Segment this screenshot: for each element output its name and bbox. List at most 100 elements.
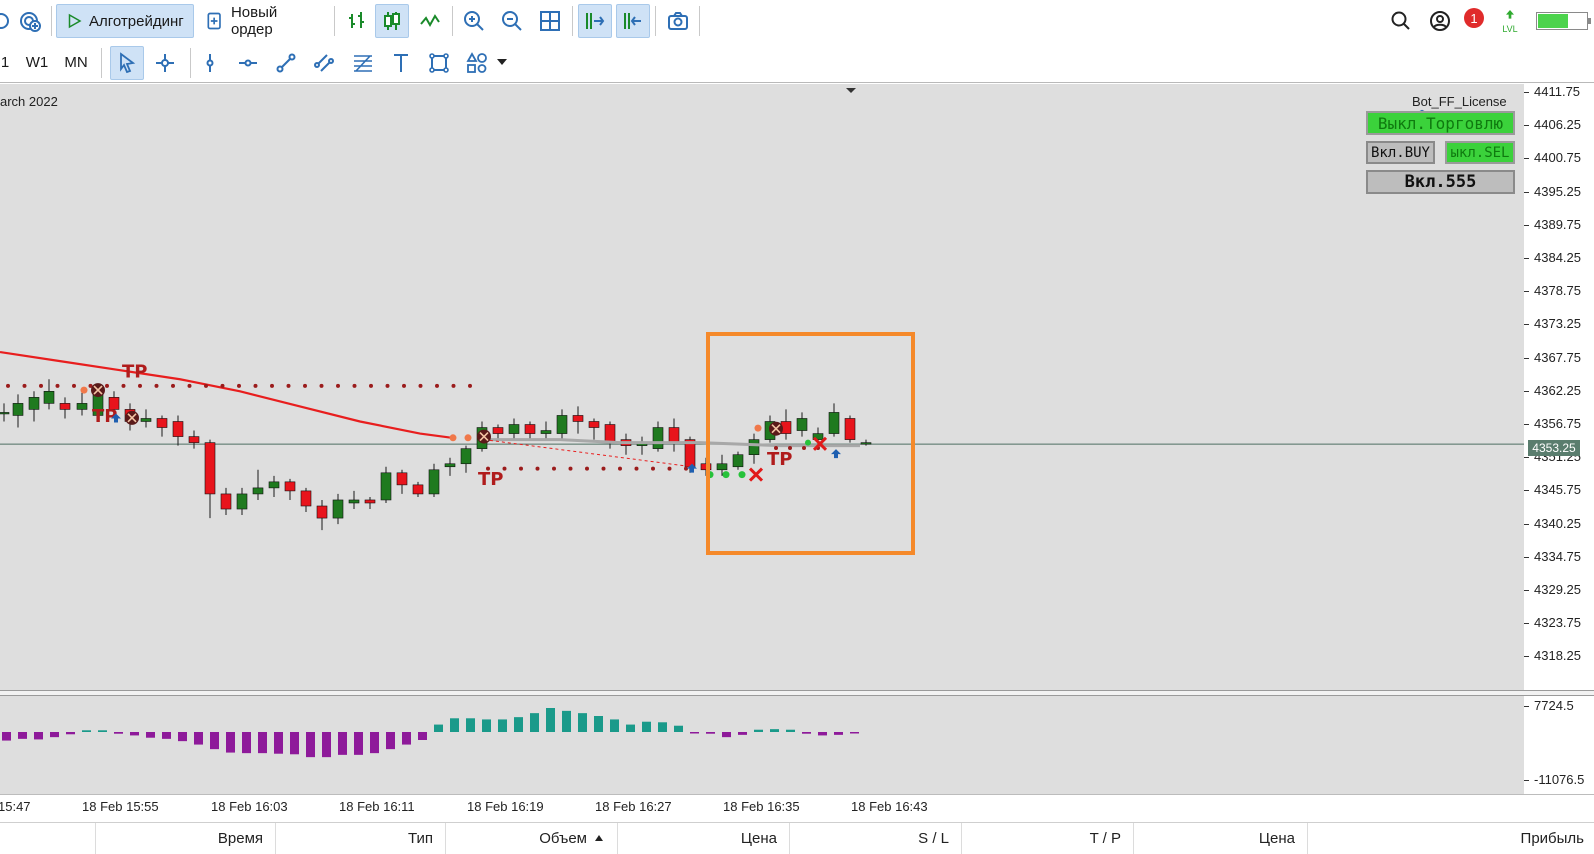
price-tick: 4356.75 bbox=[1524, 416, 1581, 431]
histogram-bar bbox=[514, 717, 523, 732]
price-tick: 4323.75 bbox=[1524, 615, 1581, 631]
fibonacci-icon[interactable] bbox=[346, 46, 380, 80]
text-icon[interactable] bbox=[384, 46, 418, 80]
entry-dot bbox=[464, 434, 472, 442]
signals-icon[interactable] bbox=[13, 4, 47, 38]
entry-dot bbox=[805, 439, 811, 446]
search-icon[interactable] bbox=[1384, 4, 1418, 38]
rectangle-icon[interactable] bbox=[422, 46, 456, 80]
candlestick-chart-icon[interactable] bbox=[375, 4, 409, 38]
battery-fill bbox=[1538, 14, 1568, 28]
bull-candle bbox=[268, 481, 280, 489]
column-header-profit[interactable]: Прибыль bbox=[1308, 823, 1594, 854]
bull-candle bbox=[460, 448, 472, 465]
price-chart[interactable]: TP TP TP TP arch 2022 Bot_FF_License Выкл.Т… bbox=[0, 84, 1524, 690]
bull-candle bbox=[796, 418, 808, 431]
indicator-scale: 7724.5 -11076.5 bbox=[1523, 696, 1594, 794]
indicator-scale-bottom: -11076.5 bbox=[1523, 772, 1585, 787]
auto-scroll-icon[interactable] bbox=[578, 4, 612, 38]
bear-candle bbox=[316, 505, 328, 519]
tp-level-dot bbox=[667, 466, 672, 471]
bull-candle bbox=[380, 472, 392, 501]
toolbar-separator bbox=[699, 6, 700, 36]
timeframe-button-mn[interactable]: MN bbox=[60, 45, 92, 79]
tp-level-dot bbox=[468, 383, 472, 388]
price-tick: 4318.25 bbox=[1524, 648, 1581, 664]
column-header-symbol[interactable] bbox=[0, 823, 96, 854]
cursor-icon[interactable] bbox=[110, 46, 144, 80]
price-tick: 4384.25 bbox=[1524, 250, 1581, 265]
histogram-bar bbox=[322, 732, 331, 758]
zoom-out-icon[interactable] bbox=[495, 4, 529, 38]
column-header-sl[interactable]: S / L bbox=[790, 823, 962, 854]
column-header-volume[interactable]: Объем bbox=[446, 823, 618, 854]
column-header-tp[interactable]: T / P bbox=[962, 823, 1134, 854]
magic-on-button[interactable]: Вкл.555 bbox=[1366, 170, 1515, 194]
buy-on-button[interactable]: Вкл.BUY bbox=[1366, 141, 1435, 164]
tp-label: TP bbox=[122, 361, 147, 382]
price-tick: 4406.25 bbox=[1524, 117, 1581, 133]
bear-candle bbox=[524, 424, 536, 434]
indicator-window[interactable] bbox=[0, 696, 1524, 794]
chart-shift-icon[interactable] bbox=[616, 4, 650, 38]
price-tick: 4411.75 bbox=[1523, 84, 1581, 99]
current-price-label: 4353.25 bbox=[1528, 440, 1580, 456]
histogram-bar bbox=[242, 732, 251, 754]
tp-level-dot bbox=[55, 383, 60, 388]
entry-dot bbox=[754, 424, 762, 432]
histogram-bar bbox=[690, 732, 699, 734]
bear-candle bbox=[172, 421, 184, 437]
indicator-scale-top: 7724.5 bbox=[1524, 698, 1574, 713]
crosshair-icon[interactable] bbox=[148, 46, 182, 80]
tp-level-dot bbox=[303, 383, 307, 388]
bull-candle bbox=[748, 439, 760, 455]
entry-dot bbox=[80, 386, 88, 394]
time-tick: 18 Feb 16:43 bbox=[851, 799, 928, 814]
time-tick: 18 Feb 16:19 bbox=[467, 799, 544, 814]
sort-ascending-icon bbox=[595, 835, 603, 841]
histogram-bar bbox=[642, 721, 651, 732]
histogram-bar bbox=[274, 732, 283, 754]
histogram-bar bbox=[114, 732, 123, 734]
histogram-bar bbox=[402, 732, 411, 745]
histogram-bar bbox=[98, 730, 107, 732]
column-header-time[interactable]: Время bbox=[96, 823, 276, 854]
histogram-bar bbox=[610, 719, 619, 732]
new-order-button[interactable]: Новый ордер bbox=[197, 4, 331, 38]
timeframe-button-w1[interactable]: W1 bbox=[22, 45, 52, 79]
tp-level-dot bbox=[336, 383, 340, 388]
price-scale[interactable]: 4411.75 4406.25 4400.75 4395.25 4389.75 4384.… bbox=[1523, 84, 1594, 690]
sell-off-button[interactable]: ыкл.SEL bbox=[1445, 141, 1515, 164]
shapes-icon[interactable] bbox=[460, 46, 494, 80]
time-scale[interactable]: 15:47 18 Feb 15:55 18 Feb 16:03 18 Feb 16:1… bbox=[0, 794, 1594, 816]
vertical-line-icon[interactable] bbox=[193, 46, 227, 80]
timeframe-button[interactable]: 1 bbox=[0, 45, 12, 79]
bull-candle bbox=[444, 463, 456, 468]
zoom-in-icon[interactable] bbox=[457, 4, 491, 38]
trading-off-button[interactable]: Выкл.Торговлю bbox=[1366, 111, 1515, 135]
algotrading-button[interactable]: Алготрейдинг bbox=[56, 4, 194, 38]
bar-chart-icon[interactable] bbox=[340, 4, 374, 38]
column-header-close-price[interactable]: Цена bbox=[1134, 823, 1308, 854]
bear-candle bbox=[59, 403, 71, 410]
screenshot-icon[interactable] bbox=[661, 4, 695, 38]
histogram-bar bbox=[146, 732, 155, 738]
channel-icon[interactable] bbox=[307, 46, 341, 80]
column-header-price[interactable]: Цена bbox=[618, 823, 790, 854]
trendline-icon[interactable] bbox=[269, 46, 303, 80]
horizontal-line-icon[interactable] bbox=[231, 46, 265, 80]
tp-level-dot bbox=[187, 383, 192, 388]
column-header-type[interactable]: Тип bbox=[276, 823, 446, 854]
bear-candle bbox=[204, 442, 216, 495]
price-tick: 4340.25 bbox=[1524, 515, 1581, 531]
chevron-down-icon[interactable] bbox=[497, 59, 507, 65]
chart-canvas: TPTPTPTP bbox=[0, 88, 1524, 555]
account-icon[interactable] bbox=[1423, 4, 1457, 38]
expert-name-label: Bot_FF_License bbox=[1412, 94, 1507, 109]
lvl-indicator[interactable]: LVL bbox=[1498, 7, 1522, 34]
price-tick: 4334.75 bbox=[1524, 548, 1581, 564]
line-chart-icon[interactable] bbox=[413, 4, 447, 38]
buy-arrow bbox=[831, 449, 841, 459]
price-tick: 4329.25 bbox=[1524, 582, 1581, 597]
grid-icon[interactable] bbox=[533, 4, 567, 38]
